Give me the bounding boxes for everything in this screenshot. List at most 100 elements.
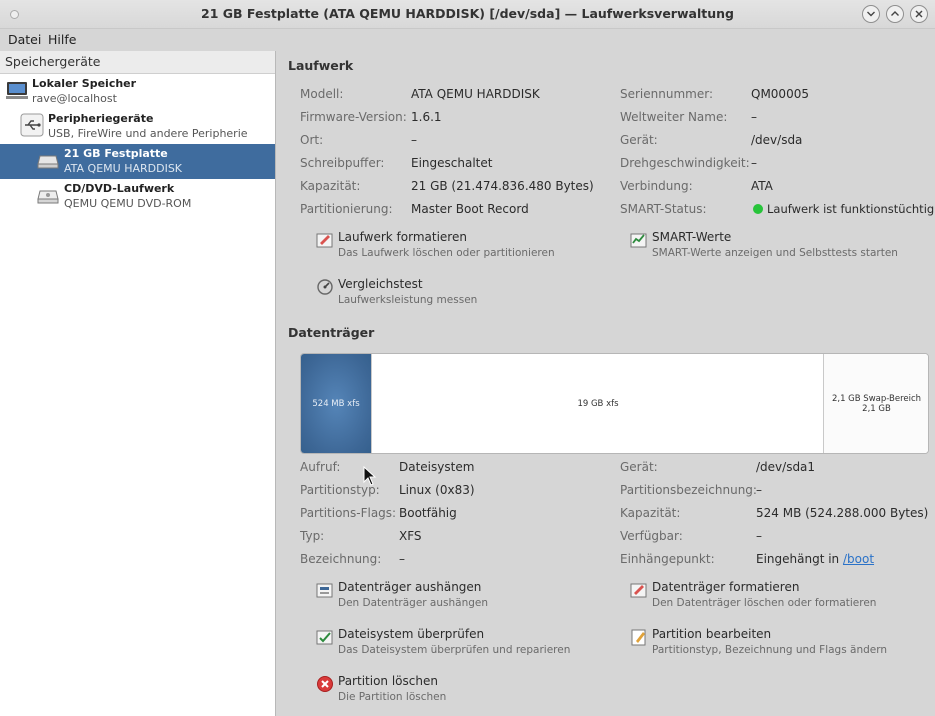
delete-partition-icon	[317, 676, 333, 692]
volume-label-capacity: Kapazität:	[620, 506, 681, 520]
menu-datei[interactable]: Datei	[8, 32, 41, 47]
sidebar-item-sub: rave@localhost	[32, 92, 117, 105]
drive-value-capacity: 21 GB (21.474.836.480 Bytes)	[411, 179, 594, 193]
sidebar-header: Speichergeräte	[0, 51, 275, 74]
drive-label-write-cache: Schreibpuffer:	[300, 156, 385, 170]
volume-segment-size: 2,1 GB	[862, 403, 891, 414]
action-desc: Den Datenträger aushängen	[338, 597, 489, 609]
action-desc: Das Dateisystem überprüfen und repariere…	[338, 644, 571, 656]
volume-value-flags: Bootfähig	[399, 506, 457, 520]
format-drive-icon	[316, 233, 333, 248]
volume-value-available: –	[756, 529, 762, 543]
volume-value-name: –	[399, 552, 405, 566]
volume-value-type: XFS	[399, 529, 422, 543]
volume-value-partition-type: Linux (0x83)	[399, 483, 475, 497]
close-icon	[915, 10, 923, 18]
volume-segment-sda2[interactable]: 19 GB xfs	[371, 354, 824, 453]
action-desc: Laufwerksleistung messen	[338, 294, 478, 306]
benchmark-icon	[317, 279, 333, 295]
action-title: Partition löschen	[338, 674, 438, 688]
volume-segment-label: 19 GB xfs	[577, 398, 619, 409]
action-title: Laufwerk formatieren	[338, 230, 467, 244]
drive-label-model: Modell:	[300, 87, 344, 101]
close-button[interactable]	[910, 5, 928, 23]
drive-value-connection: ATA	[751, 179, 773, 193]
sidebar-item-name: CD/DVD-Laufwerk	[64, 182, 175, 195]
volume-label-name: Bezeichnung:	[300, 552, 382, 566]
action-title: Partition bearbeiten	[652, 627, 772, 641]
edit-partition-icon	[631, 629, 646, 646]
smart-values-icon	[630, 233, 647, 248]
smart-status-ok-icon	[753, 204, 763, 214]
minimize-button[interactable]	[862, 5, 880, 23]
action-desc: SMART-Werte anzeigen und Selbsttests sta…	[652, 247, 898, 259]
sidebar-item-local-storage[interactable]: Lokaler Speicher rave@localhost	[0, 74, 275, 109]
drive-label-rotation: Drehgeschwindigkeit:	[620, 156, 750, 170]
optical-drive-icon	[37, 190, 59, 204]
smart-status-text: Laufwerk ist funktionstüchtig	[767, 202, 935, 216]
drive-value-location: –	[411, 133, 417, 147]
drive-value-rotation: –	[751, 156, 757, 170]
volume-value-device: /dev/sda1	[756, 460, 816, 474]
mountpoint-link[interactable]: /boot	[843, 552, 874, 566]
volume-value-mountpoint: Eingehängt in /boot	[756, 552, 874, 566]
computer-icon	[6, 82, 28, 99]
drive-value-smart: Laufwerk ist funktionstüchtig	[753, 202, 934, 216]
drive-value-device: /dev/sda	[751, 133, 803, 147]
action-desc: Den Datenträger löschen oder formatieren	[652, 597, 877, 609]
action-title: SMART-Werte	[652, 230, 732, 244]
drive-value-serial: QM00005	[751, 87, 809, 101]
harddisk-icon	[37, 155, 59, 169]
sidebar-item-harddisk[interactable]: 21 GB Festplatte ATA QEMU HARDDISK	[0, 144, 275, 179]
volume-label-available: Verfügbar:	[620, 529, 683, 543]
drive-value-wwn: –	[751, 110, 757, 124]
drive-value-write-cache: Eingeschaltet	[411, 156, 493, 170]
menu-bar: Datei Hilfe	[0, 29, 935, 50]
volume-label-partition-name: Partitionsbezeichnung:	[620, 483, 757, 497]
drive-value-firmware: 1.6.1	[411, 110, 442, 124]
volumes-section-title: Datenträger	[288, 325, 375, 340]
volume-value-usage: Dateisystem	[399, 460, 475, 474]
sidebar-item-name: Lokaler Speicher	[32, 77, 137, 90]
volume-map: 524 MB xfs 19 GB xfs 2,1 GB Swap-Bereich…	[300, 353, 929, 454]
drive-section-title: Laufwerk	[288, 58, 354, 73]
menu-hilfe[interactable]: Hilfe	[48, 32, 76, 47]
volume-segment-label: 2,1 GB Swap-Bereich	[831, 393, 922, 404]
volume-label-type: Typ:	[300, 529, 325, 543]
mountpoint-prefix: Eingehängt in	[756, 552, 843, 566]
app-window: 21 GB Festplatte (ATA QEMU HARDDISK) [/d…	[0, 0, 935, 716]
usb-icon	[20, 113, 44, 137]
action-desc: Partitionstyp, Bezeichnung und Flags änd…	[652, 644, 888, 656]
volume-value-partition-name: –	[756, 483, 762, 497]
window-title: 21 GB Festplatte (ATA QEMU HARDDISK) [/d…	[201, 6, 734, 21]
unmount-icon	[316, 583, 333, 598]
volume-label-mountpoint: Einhängepunkt:	[620, 552, 715, 566]
sidebar-item-name: Peripheriegeräte	[48, 112, 154, 125]
sidebar-item-peripherals[interactable]: Peripheriegeräte USB, FireWire und ander…	[0, 109, 275, 144]
volume-segment-label: 524 MB xfs	[312, 398, 360, 409]
sidebar-item-sub: QEMU QEMU DVD-ROM	[64, 197, 192, 210]
format-volume-icon	[630, 583, 647, 598]
sidebar: Speichergeräte Lokaler Speicher rave@loc…	[0, 51, 276, 716]
drive-value-partitioning: Master Boot Record	[411, 202, 529, 216]
action-desc: Das Laufwerk löschen oder partitionieren	[338, 247, 555, 259]
chevron-up-icon	[891, 11, 899, 16]
maximize-button[interactable]	[886, 5, 904, 23]
action-desc: Die Partition löschen	[338, 691, 447, 703]
drive-label-wwn: Weltweiter Name:	[620, 110, 728, 124]
volume-segment-sda1[interactable]: 524 MB xfs	[301, 354, 371, 453]
drive-label-serial: Seriennummer:	[620, 87, 713, 101]
sidebar-item-optical-drive[interactable]: CD/DVD-Laufwerk QEMU QEMU DVD-ROM	[0, 179, 275, 214]
sidebar-item-sub: ATA QEMU HARDDISK	[64, 162, 183, 175]
sidebar-item-name: 21 GB Festplatte	[64, 147, 168, 160]
mouse-cursor-icon	[363, 466, 377, 486]
drive-label-smart: SMART-Status:	[620, 202, 707, 216]
main-content: Laufwerk Modell: ATA QEMU HARDDISK Firmw…	[276, 51, 935, 716]
drive-label-firmware: Firmware-Version:	[300, 110, 407, 124]
volume-segment-swap[interactable]: 2,1 GB Swap-Bereich 2,1 GB	[823, 354, 928, 453]
drive-label-location: Ort:	[300, 133, 324, 147]
check-filesystem-icon	[316, 630, 333, 645]
title-bar: 21 GB Festplatte (ATA QEMU HARDDISK) [/d…	[0, 0, 935, 29]
drive-label-connection: Verbindung:	[620, 179, 693, 193]
drive-value-model: ATA QEMU HARDDISK	[411, 87, 540, 101]
